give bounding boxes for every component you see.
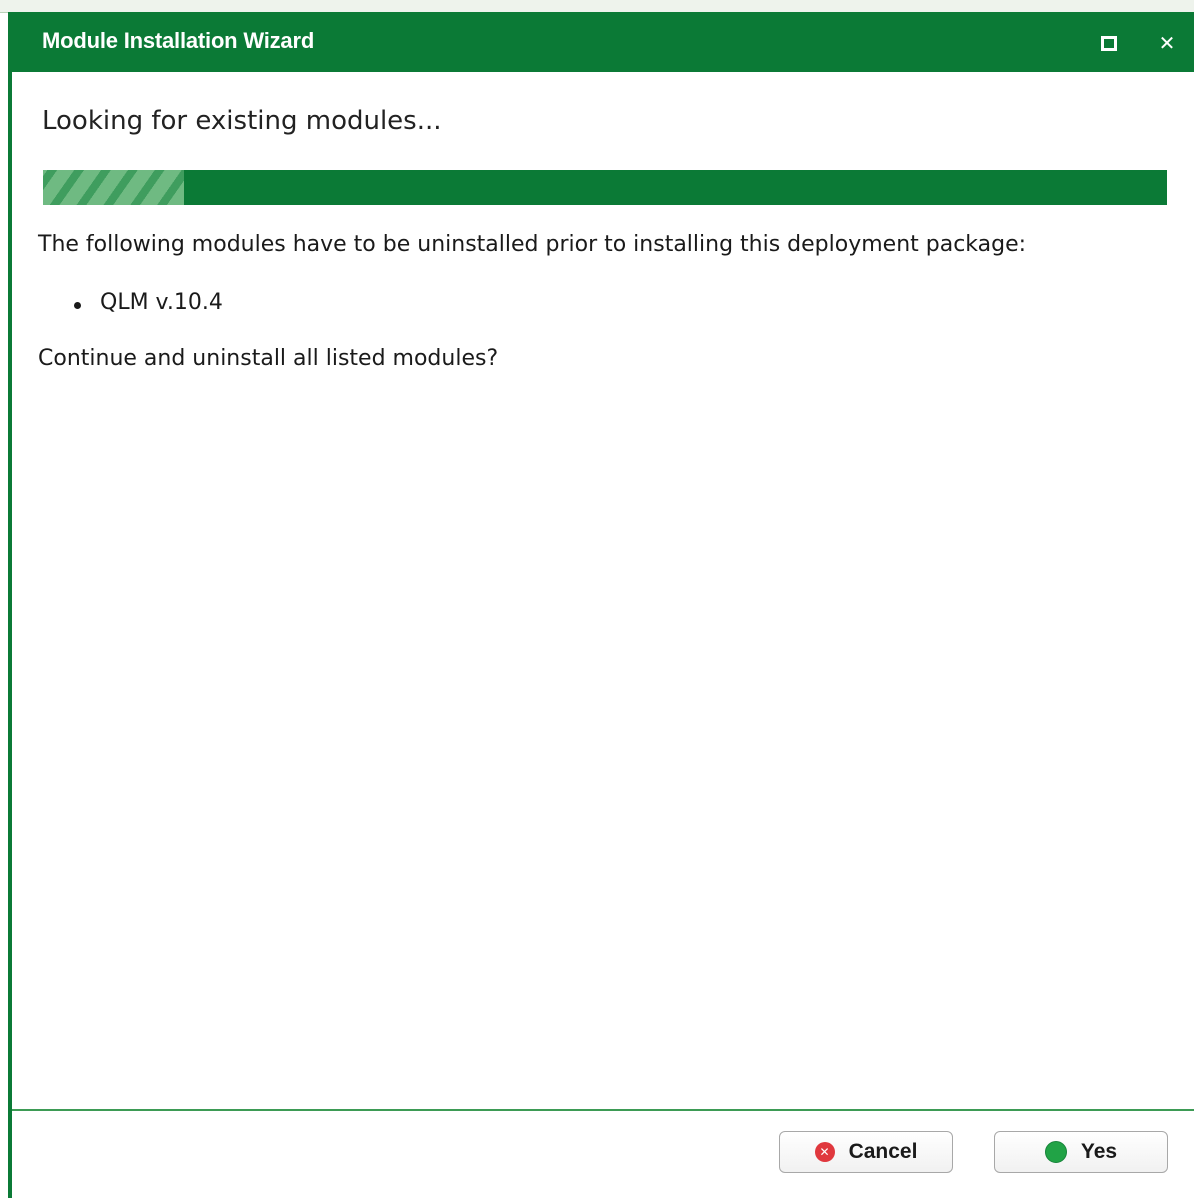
close-icon: ✕ [1158, 31, 1176, 55]
progress-bar-fill [43, 170, 184, 205]
uninstall-message: The following modules have to be uninsta… [38, 232, 1027, 257]
footer-divider [12, 1109, 1194, 1111]
module-list-item: QLM v.10.4 [74, 290, 223, 315]
module-installation-dialog: Module Installation Wizard ✕ Looking for… [8, 12, 1194, 1198]
maximize-button[interactable] [1098, 32, 1120, 54]
status-heading: Looking for existing modules... [42, 106, 442, 136]
yes-button[interactable]: Yes [994, 1131, 1168, 1173]
cancel-icon: ✕ [814, 1142, 835, 1162]
bullet-icon [74, 302, 81, 309]
titlebar: Module Installation Wizard ✕ [12, 12, 1194, 72]
window-title: Module Installation Wizard [42, 28, 315, 53]
module-name: QLM v.10.4 [100, 290, 223, 315]
progress-bar [43, 170, 1167, 205]
cancel-button-label: Cancel [848, 1140, 918, 1163]
confirm-question: Continue and uninstall all listed module… [38, 346, 499, 371]
green-circle-icon [1044, 1141, 1067, 1163]
close-button[interactable]: ✕ [1156, 32, 1178, 54]
yes-button-label: Yes [1080, 1140, 1118, 1163]
cancel-button[interactable]: ✕ Cancel [779, 1131, 953, 1173]
module-list: QLM v.10.4 [74, 290, 223, 315]
maximize-icon [1101, 35, 1117, 51]
